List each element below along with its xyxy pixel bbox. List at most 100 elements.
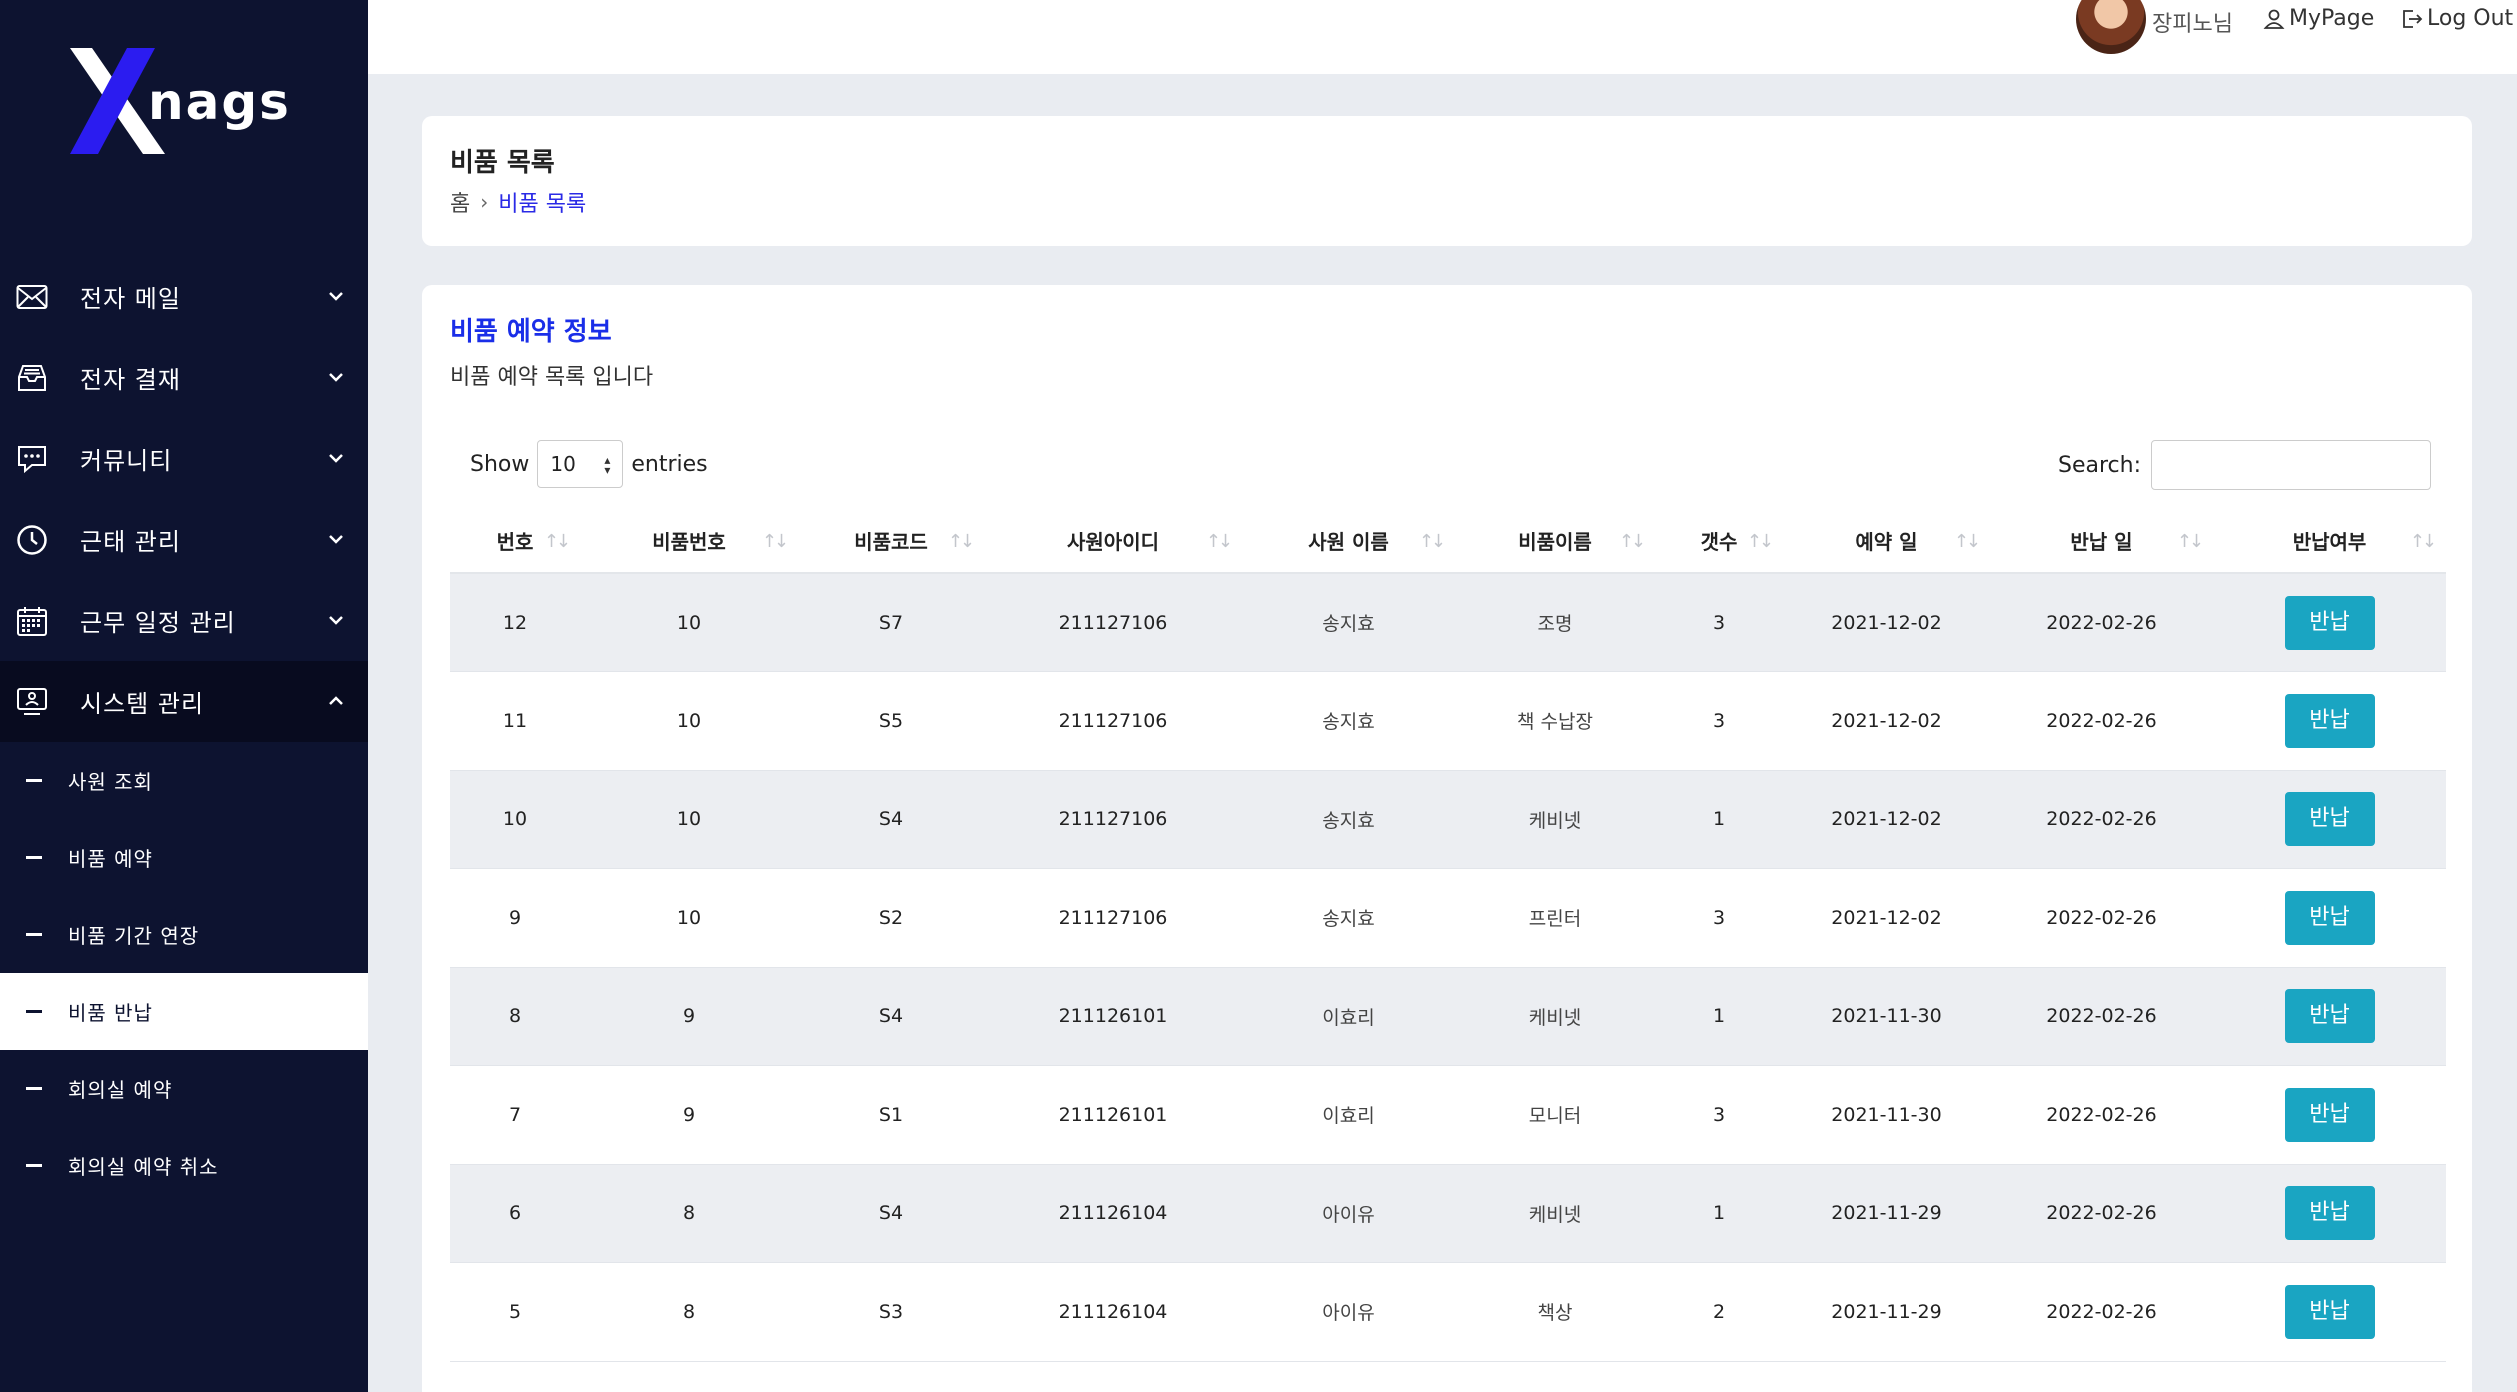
avatar[interactable] (2076, 0, 2146, 54)
submenu-item-room-cancel[interactable]: 회의실 예약 취소 (0, 1127, 368, 1204)
table-header-row: 번호 ↑↓ 비품번호 ↑↓ 비품코드 ↑↓ 사원아이디 ↑↓ 사원 이름 ↑↓ 비품이름 ↑… (450, 509, 2446, 573)
column-header[interactable]: 사원 이름 ↑↓ (1242, 509, 1455, 573)
sort-icon: ↑↓ (1746, 531, 1774, 552)
cell-reserve: 2021-11-29 (1831, 1202, 1942, 1225)
cell-emp-name: 송지효 (1322, 908, 1375, 931)
submenu-item-equipment-reserve[interactable]: 비품 예약 (0, 819, 368, 896)
cell-count: 3 (1712, 906, 1726, 929)
cell-item-no: 10 (676, 808, 702, 831)
return-button[interactable]: 반납 (2284, 1284, 2375, 1339)
sidebar-item-community[interactable]: 커뮤니티 (0, 418, 368, 499)
column-header[interactable]: 번호 ↑↓ (450, 509, 580, 573)
cell-action: 반납 (2213, 573, 2446, 672)
return-button[interactable]: 반납 (2284, 595, 2375, 650)
cell-no: 10 (502, 808, 528, 831)
sidebar-item-email[interactable]: 전자 메일 (0, 256, 368, 337)
sidebar-item-approval[interactable]: 전자 결재 (0, 337, 368, 418)
submenu-item-equipment-extend[interactable]: 비품 기간 연장 (0, 896, 368, 973)
cell-action: 반납 (2213, 1164, 2446, 1263)
breadcrumb-home[interactable]: 홈 (450, 186, 470, 218)
sort-icon: ↑↓ (1418, 531, 1446, 552)
cell-emp-name: 송지효 (1322, 711, 1375, 734)
reservation-table: 번호 ↑↓ 비품번호 ↑↓ 비품코드 ↑↓ 사원아이디 ↑↓ 사원 이름 ↑↓ 비품이름 ↑… (450, 509, 2446, 1362)
submenu-item-room-reserve[interactable]: 회의실 예약 (0, 1050, 368, 1127)
column-header[interactable]: 사원아이디 ↑↓ (984, 509, 1242, 573)
return-button[interactable]: 반납 (2284, 792, 2375, 847)
submenu-item-employee-search[interactable]: 사원 조회 (0, 742, 368, 819)
table-search: Search: (2058, 440, 2431, 490)
column-header[interactable]: 갯수 ↑↓ (1655, 509, 1783, 573)
sidebar-item-label: 전자 메일 (80, 285, 181, 313)
sidebar-item-attendance[interactable]: 근태 관리 (0, 499, 368, 580)
submenu-label: 회의실 예약 (68, 1078, 173, 1102)
cell-action: 반납 (2213, 869, 2446, 968)
column-header[interactable]: 비품이름 ↑↓ (1455, 509, 1655, 573)
cell-item-name: 케비넷 (1528, 809, 1582, 832)
return-button[interactable]: 반납 (2284, 1186, 2375, 1241)
sidebar-item-label: 근태 관리 (80, 528, 181, 556)
logout-link[interactable]: Log Out (2401, 6, 2513, 31)
chat-icon (14, 441, 50, 477)
search-input[interactable] (2151, 440, 2431, 490)
inbox-icon (14, 360, 50, 396)
table-row: 5 8 S3 211126104 아이유 책상 2 2021-11-29 2022-02-26 반… (450, 1262, 2446, 1361)
table-row: 10 10 S4 211127106 송지효 케비넷 1 2021-12-02 2022-02-… (450, 770, 2446, 869)
user-icon (2263, 9, 2285, 29)
logout-icon (2403, 9, 2423, 28)
sidebar-item-schedule[interactable]: 근무 일정 관리 (0, 580, 368, 661)
chevron-down-icon (329, 373, 343, 382)
column-header[interactable]: 반납여부 ↑↓ (2213, 509, 2446, 573)
dash-icon (26, 1010, 42, 1013)
cell-emp-id: 211127106 (1058, 808, 1168, 831)
section-subtitle: 비품 예약 목록 입니다 (450, 365, 654, 390)
submenu-label: 비품 예약 (68, 847, 153, 871)
column-header[interactable]: 비품코드 ↑↓ (798, 509, 984, 573)
cell-item-no: 10 (676, 906, 702, 929)
column-header[interactable]: 반납 일 ↑↓ (1990, 509, 2213, 573)
mypage-label: MyPage (2289, 6, 2375, 31)
sidebar-nav: 전자 메일 전자 결재 커뮤니티 근태 관리 근무 일정 관리 시스템 관리 사… (0, 256, 368, 1204)
sort-icon: ↑↓ (1953, 531, 1981, 552)
xnags-logo[interactable]: nags (70, 46, 290, 156)
dash-icon (26, 856, 42, 859)
submenu-label: 회의실 예약 취소 (68, 1155, 219, 1179)
entries-label: entries (631, 451, 708, 477)
chevron-down-icon (329, 616, 343, 625)
cell-count: 3 (1712, 611, 1726, 634)
cell-code: S4 (878, 1005, 904, 1028)
return-button[interactable]: 반납 (2284, 989, 2375, 1044)
submenu-item-equipment-return[interactable]: 비품 반납 (0, 973, 368, 1050)
breadcrumb: 홈 › 비품 목록 (450, 186, 586, 218)
sidebar-item-system[interactable]: 시스템 관리 (0, 661, 368, 742)
cell-code: S7 (878, 611, 904, 634)
cell-reserve: 2021-12-02 (1831, 611, 1942, 634)
return-button[interactable]: 반납 (2284, 693, 2375, 748)
cell-code: S4 (878, 1202, 904, 1225)
cell-code: S4 (878, 808, 904, 831)
breadcrumb-current[interactable]: 비품 목록 (498, 186, 586, 218)
topbar: 장피노님 MyPage Log Out (368, 0, 2517, 74)
cell-emp-name: 이효리 (1322, 1105, 1375, 1128)
logout-label: Log Out (2427, 6, 2514, 31)
cell-item-no: 8 (682, 1300, 696, 1323)
entries-select[interactable]: 10 ▴ ▾ (537, 440, 624, 488)
column-header[interactable]: 예약 일 ↑↓ (1783, 509, 1990, 573)
sidebar-item-label: 커뮤니티 (80, 447, 173, 475)
return-button[interactable]: 반납 (2284, 1087, 2375, 1142)
table-row: 9 10 S2 211127106 송지효 프린터 3 2021-12-02 2022-02-2… (450, 868, 2446, 968)
chevron-up-icon (329, 696, 343, 705)
sort-icon: ↑↓ (2176, 531, 2204, 552)
sort-icon: ↑↓ (1205, 531, 1233, 552)
cell-emp-name: 이효리 (1322, 1006, 1375, 1029)
return-button[interactable]: 반납 (2284, 890, 2375, 945)
entries-length-control: Show 10 ▴ ▾ entries (470, 440, 708, 488)
dash-icon (26, 1087, 42, 1090)
column-header[interactable]: 비품번호 ↑↓ (580, 509, 798, 573)
cell-code: S3 (878, 1300, 904, 1323)
table-row: 7 9 S1 211126101 이효리 모니터 3 2021-11-30 2022-02-26… (450, 1065, 2446, 1164)
chevron-down-icon (329, 454, 343, 463)
cell-item-no: 8 (682, 1202, 696, 1225)
cell-count: 3 (1712, 1103, 1726, 1126)
mypage-link[interactable]: MyPage (2263, 6, 2374, 31)
sort-icon: ↑↓ (947, 531, 975, 552)
